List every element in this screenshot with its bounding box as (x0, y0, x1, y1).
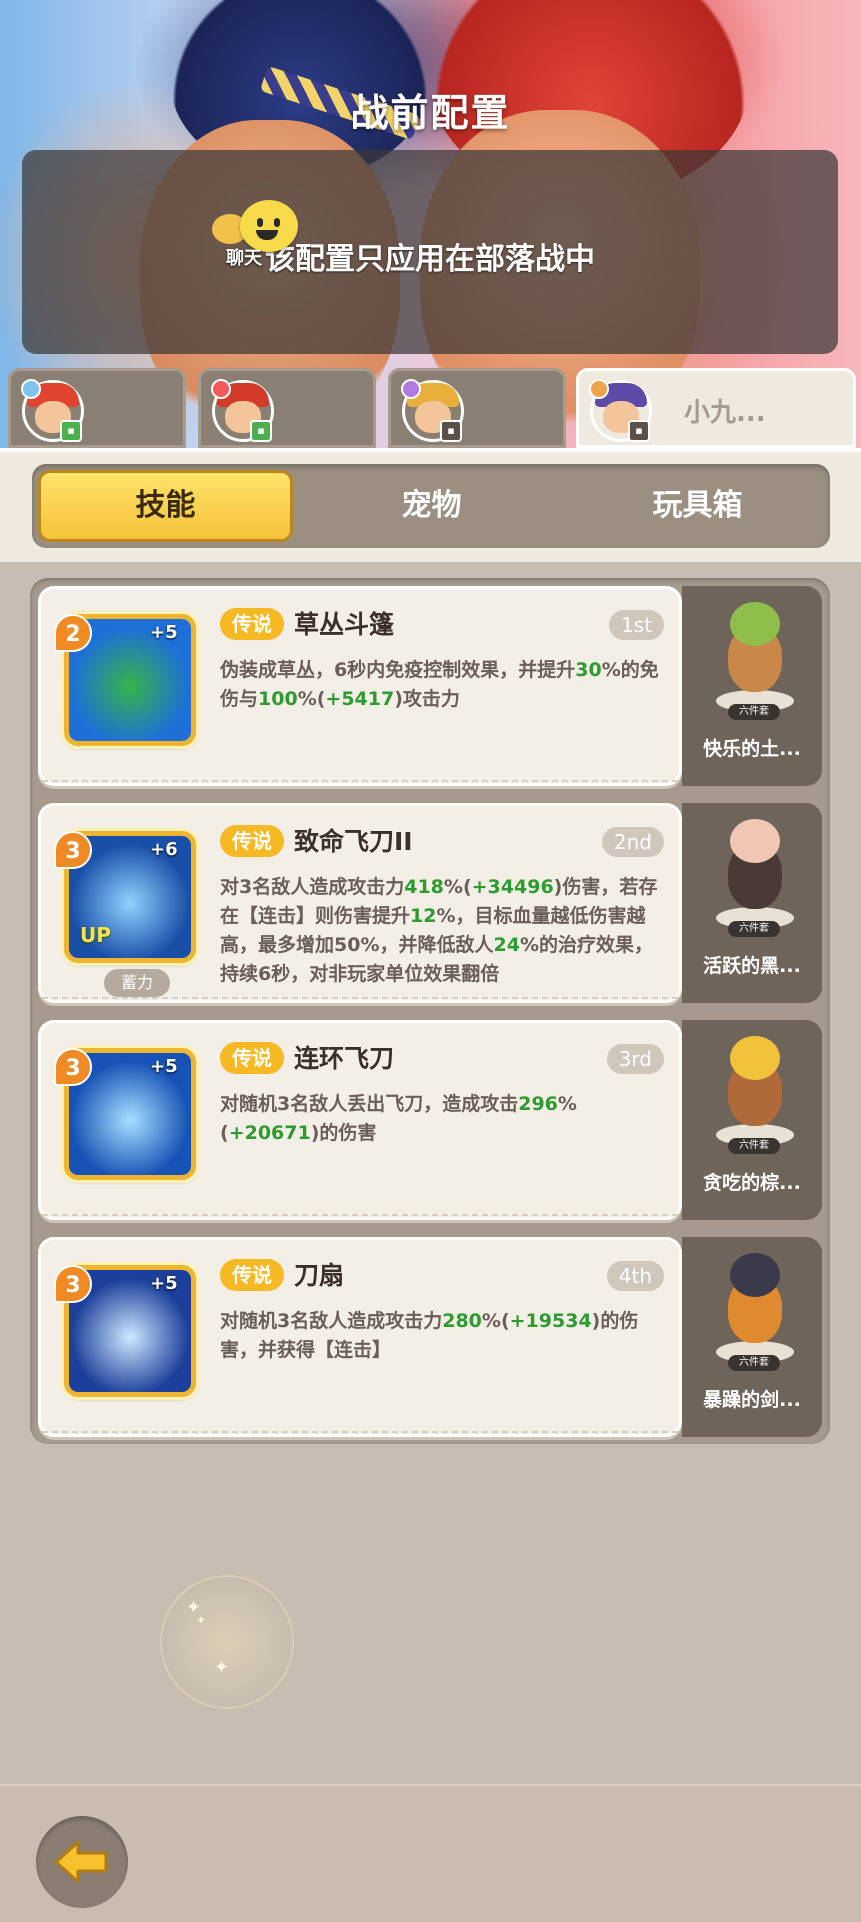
skill-row: 3 +6 UP 蓄力 传说 致命飞刀II 2nd 对3名敌人造成攻击力418%(… (38, 803, 830, 1003)
player-name: 小九... (684, 398, 766, 428)
skill-description: 伪装成草丛，6秒内免疫控制效果，并提升30%的免伤与100%(+5417)攻击力 (220, 659, 659, 710)
skill-level-badge: 2 (54, 614, 92, 652)
skill-name: 致命飞刀II (294, 827, 413, 856)
tab-bar-area: 技能 宠物 玩具箱 (0, 448, 861, 562)
player-tabs: ▪ ▪ ▪ ▪ 小九... (0, 368, 861, 448)
skill-card[interactable]: 3 +5 传说 刀扇 4th 对随机3名敌人造成攻击力280%(+19534)的… (38, 1237, 682, 1437)
skill-description: 对3名敌人造成攻击力418%(+34496)伤害，若存在【连击】则伤害提升12%… (220, 876, 658, 985)
rank-badge: 3rd (606, 1044, 664, 1074)
bottom-bar (0, 1784, 861, 1922)
pet-name: 快乐的土... (703, 738, 801, 760)
tab-skills[interactable]: 技能 (38, 470, 293, 542)
pet-name: 贪吃的棕... (703, 1172, 801, 1194)
skill-card[interactable]: 2 +5 传说 草丛斗篷 1st 伪装成草丛，6秒内免疫控制效果，并提升30%的… (38, 586, 682, 786)
category-tabs: 技能 宠物 玩具箱 (32, 464, 830, 548)
skill-row: 2 +5 传说 草丛斗篷 1st 伪装成草丛，6秒内免疫控制效果，并提升30%的… (38, 586, 830, 786)
status-badge: ▪ (250, 420, 272, 442)
rank-badge: 4th (606, 1261, 664, 1291)
status-badge: ▪ (628, 420, 650, 442)
skill-card[interactable]: 3 +5 传说 连环飞刀 3rd 对随机3名敌人丢出飞刀，造成攻击296%(+2… (38, 1020, 682, 1220)
rarity-badge: 传说 (220, 825, 284, 857)
pet-card[interactable]: 六件套 暴躁的剑... (682, 1237, 822, 1437)
player-tab[interactable]: ▪ (8, 368, 186, 448)
tab-toybox[interactable]: 玩具箱 (570, 470, 825, 542)
pet-figure (716, 1036, 794, 1148)
pet-set-tag: 六件套 (728, 704, 780, 720)
skill-plus: +5 (150, 622, 178, 643)
sparkle-effect: ✦ ✦ ✦ (160, 1575, 294, 1709)
skill-name: 草丛斗篷 (294, 610, 395, 639)
skill-level-badge: 3 (54, 831, 92, 869)
notice-text: 该配置只应用在部落战中 (265, 242, 595, 277)
pet-set-tag: 六件套 (728, 1138, 780, 1154)
upgrade-badge: UP (80, 923, 111, 947)
charge-tag: 蓄力 (104, 969, 170, 997)
skill-plus: +5 (150, 1273, 178, 1294)
skill-description: 对随机3名敌人丢出飞刀，造成攻击296%(+20671)的伤害 (220, 1093, 577, 1144)
player-tab[interactable]: ▪ (388, 368, 566, 448)
skill-name: 刀扇 (294, 1261, 345, 1290)
back-arrow-icon (54, 1840, 108, 1884)
skill-card[interactable]: 3 +6 UP 蓄力 传说 致命飞刀II 2nd 对3名敌人造成攻击力418%(… (38, 803, 682, 1003)
back-button[interactable] (36, 1816, 128, 1908)
skill-list: 2 +5 传说 草丛斗篷 1st 伪装成草丛，6秒内免疫控制效果，并提升30%的… (30, 578, 830, 1444)
rarity-badge: 传说 (220, 1259, 284, 1291)
pet-card[interactable]: 六件套 快乐的土... (682, 586, 822, 786)
skill-level-badge: 3 (54, 1048, 92, 1086)
skill-plus: +6 (150, 839, 178, 860)
player-tab-active[interactable]: ▪ 小九... (576, 368, 856, 448)
notice-box: 该配置只应用在部落战中 (22, 150, 838, 354)
skill-plus: +5 (150, 1056, 178, 1077)
rarity-badge: 传说 (220, 1042, 284, 1074)
player-tab[interactable]: ▪ (198, 368, 376, 448)
skill-row: 3 +5 传说 连环飞刀 3rd 对随机3名敌人丢出飞刀，造成攻击296%(+2… (38, 1020, 830, 1220)
config-panel: 技能 宠物 玩具箱 2 +5 传说 草丛斗篷 1st 伪装成草丛，6秒内免疫控制… (0, 448, 861, 1920)
rank-badge: 1st (609, 610, 664, 640)
pet-set-tag: 六件套 (728, 1355, 780, 1371)
pet-name: 暴躁的剑... (703, 1389, 801, 1411)
chat-label[interactable]: 聊天 (226, 244, 262, 270)
pet-set-tag: 六件套 (728, 921, 780, 937)
skill-level-badge: 3 (54, 1265, 92, 1303)
skill-name: 连环飞刀 (294, 1044, 395, 1073)
page-title: 战前配置 (350, 91, 511, 135)
status-badge: ▪ (60, 420, 82, 442)
tab-pets[interactable]: 宠物 (304, 470, 559, 542)
pet-card[interactable]: 六件套 活跃的黑... (682, 803, 822, 1003)
pet-figure (716, 819, 794, 931)
pet-figure (716, 1253, 794, 1365)
rank-badge: 2nd (601, 827, 664, 857)
pet-name: 活跃的黑... (703, 955, 801, 977)
pet-figure (716, 602, 794, 714)
pet-card[interactable]: 六件套 贪吃的棕... (682, 1020, 822, 1220)
skill-row: 3 +5 传说 刀扇 4th 对随机3名敌人造成攻击力280%(+19534)的… (38, 1237, 830, 1437)
rarity-badge: 传说 (220, 608, 284, 640)
status-badge: ▪ (440, 420, 462, 442)
skill-description: 对随机3名敌人造成攻击力280%(+19534)的伤害，并获得【连击】 (220, 1310, 639, 1361)
